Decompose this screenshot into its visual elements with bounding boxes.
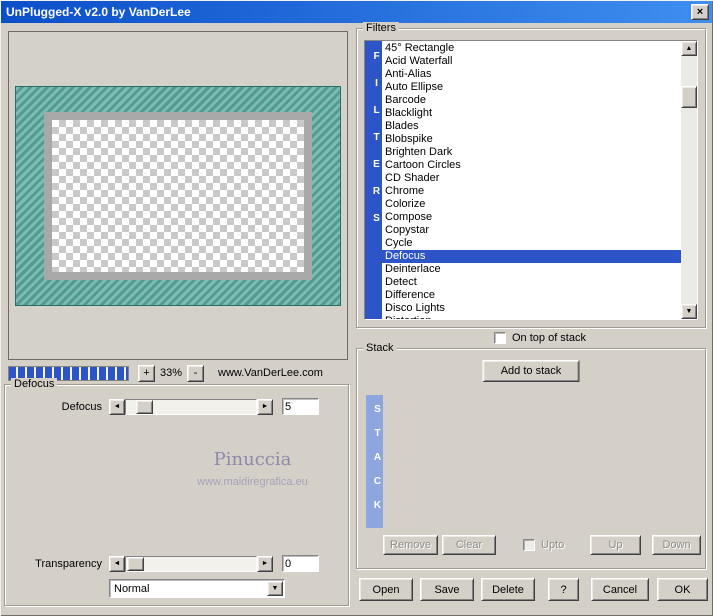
transparency-slider-track[interactable]: [125, 555, 257, 572]
filters-listbox: FILTERS 45° Rectangle Acid Waterfall Anti-…: [364, 40, 698, 320]
filters-list: 45° Rectangle Acid Waterfall Anti-Alias Aut…: [382, 41, 681, 319]
filters-scrollbar[interactable]: ▲ ▼: [681, 41, 697, 319]
defocus-slider-thumb[interactable]: [136, 399, 153, 414]
filter-item[interactable]: Blacklight: [382, 107, 681, 120]
defocus-group: Defocus Defocus ◄ ► Pinuccia www.maidire…: [4, 378, 350, 606]
stack-group: Stack Add to stack STACK Remove Clear Up…: [356, 342, 706, 569]
blend-mode-value: Normal: [114, 583, 150, 595]
filter-item[interactable]: Blades: [382, 120, 681, 133]
filter-item[interactable]: Colorize: [382, 198, 681, 211]
filter-item[interactable]: Detect: [382, 276, 681, 289]
filter-item[interactable]: Blobspike: [382, 133, 681, 146]
filter-item[interactable]: Auto Ellipse: [382, 81, 681, 94]
up-button: Up: [590, 535, 641, 555]
add-to-stack-button[interactable]: Add to stack: [482, 360, 580, 382]
filter-item[interactable]: Brighten Dark: [382, 146, 681, 159]
window-title: UnPlugged-X v2.0 by VanDerLee: [6, 5, 191, 19]
filters-vertical-label: FILTERS: [365, 41, 382, 319]
watermark: Pinuccia www.maidiregrafica.eu: [155, 449, 350, 488]
open-button[interactable]: Open: [359, 578, 413, 601]
defocus-slider-left-arrow-icon[interactable]: ◄: [109, 398, 125, 415]
clear-button: Clear: [442, 535, 496, 555]
defocus-value-input[interactable]: [282, 398, 319, 415]
close-icon: ×: [696, 6, 704, 18]
on-top-of-stack-checkbox[interactable]: [494, 332, 506, 344]
scroll-up-icon[interactable]: ▲: [681, 41, 697, 56]
zoom-out-button[interactable]: -: [187, 364, 204, 382]
transparency-param-row: Transparency ◄ ►: [11, 555, 342, 572]
defocus-slider-track[interactable]: [125, 398, 257, 415]
delete-button[interactable]: Delete: [481, 578, 535, 601]
transparency-checkerboard: [44, 111, 312, 280]
remove-button: Remove: [383, 535, 438, 555]
transparency-value-input[interactable]: [282, 555, 319, 572]
zoom-value: 33%: [159, 367, 183, 379]
filter-item[interactable]: Distortion: [382, 315, 681, 319]
filter-item[interactable]: Copystar: [382, 224, 681, 237]
filter-item[interactable]: Disco Lights: [382, 302, 681, 315]
filter-item[interactable]: Deinterlace: [382, 263, 681, 276]
help-button[interactable]: ?: [548, 578, 579, 601]
blend-mode-row: Normal ▼: [109, 579, 285, 598]
zoom-row: + 33% - www.VanDerLee.com: [8, 364, 348, 382]
defocus-group-title: Defocus: [11, 378, 58, 390]
preview-image: [15, 85, 341, 306]
filter-item[interactable]: Difference: [382, 289, 681, 302]
down-button: Down: [652, 535, 701, 555]
filter-item[interactable]: Anti-Alias: [382, 68, 681, 81]
vendor-website: www.VanDerLee.com: [218, 367, 323, 379]
blend-mode-combobox[interactable]: Normal ▼: [109, 579, 285, 598]
watermark-url: www.maidiregrafica.eu: [197, 476, 308, 488]
combo-dropdown-icon[interactable]: ▼: [267, 581, 283, 596]
transparency-slider-thumb[interactable]: [127, 556, 144, 571]
filter-item[interactable]: Chrome: [382, 185, 681, 198]
defocus-slider-right-arrow-icon[interactable]: ►: [257, 398, 273, 415]
filters-group-title: Filters: [363, 22, 399, 34]
plugin-dialog: UnPlugged-X v2.0 by VanDerLee × + 33% - …: [0, 0, 713, 616]
filter-item[interactable]: Defocus: [382, 250, 681, 263]
scrollbar-thumb[interactable]: [681, 86, 697, 108]
titlebar[interactable]: UnPlugged-X v2.0 by VanDerLee ×: [1, 1, 712, 23]
upto-label: Upto: [541, 539, 565, 551]
filter-item[interactable]: Compose: [382, 211, 681, 224]
filter-item[interactable]: 45° Rectangle: [382, 42, 681, 55]
filter-item[interactable]: Acid Waterfall: [382, 55, 681, 68]
scroll-down-icon[interactable]: ▼: [681, 304, 697, 319]
on-top-of-stack-label: On top of stack: [512, 332, 586, 344]
upto-checkbox: [523, 539, 535, 551]
transparency-slider-left-arrow-icon[interactable]: ◄: [109, 555, 125, 572]
filters-group: Filters FILTERS 45° Rectangle Acid Waterf…: [356, 22, 706, 328]
defocus-label: Defocus: [61, 400, 102, 413]
upto-row: Upto: [523, 539, 564, 551]
filter-item[interactable]: Cartoon Circles: [382, 159, 681, 172]
on-top-of-stack-row: On top of stack: [494, 332, 586, 344]
filter-item[interactable]: Cycle: [382, 237, 681, 250]
transparency-label: Transparency: [35, 557, 102, 570]
filters-inner: FILTERS 45° Rectangle Acid Waterfall Anti-…: [364, 40, 698, 320]
zoom-in-button[interactable]: +: [138, 364, 155, 382]
scrollbar-track[interactable]: [681, 56, 697, 304]
defocus-param-row: Defocus ◄ ►: [11, 398, 342, 415]
stack-vertical-label: STACK: [366, 395, 383, 528]
filter-item[interactable]: CD Shader: [382, 172, 681, 185]
ok-button[interactable]: OK: [657, 578, 708, 601]
close-button[interactable]: ×: [691, 4, 709, 20]
preview-panel[interactable]: [8, 31, 348, 360]
filter-item[interactable]: Barcode: [382, 94, 681, 107]
save-button[interactable]: Save: [420, 578, 474, 601]
transparency-slider-right-arrow-icon[interactable]: ►: [257, 555, 273, 572]
cancel-button[interactable]: Cancel: [591, 578, 649, 601]
watermark-name: Pinuccia: [213, 449, 292, 470]
stack-group-title: Stack: [363, 342, 397, 354]
footer-buttons: Open Save Delete ? Cancel OK: [359, 578, 708, 601]
